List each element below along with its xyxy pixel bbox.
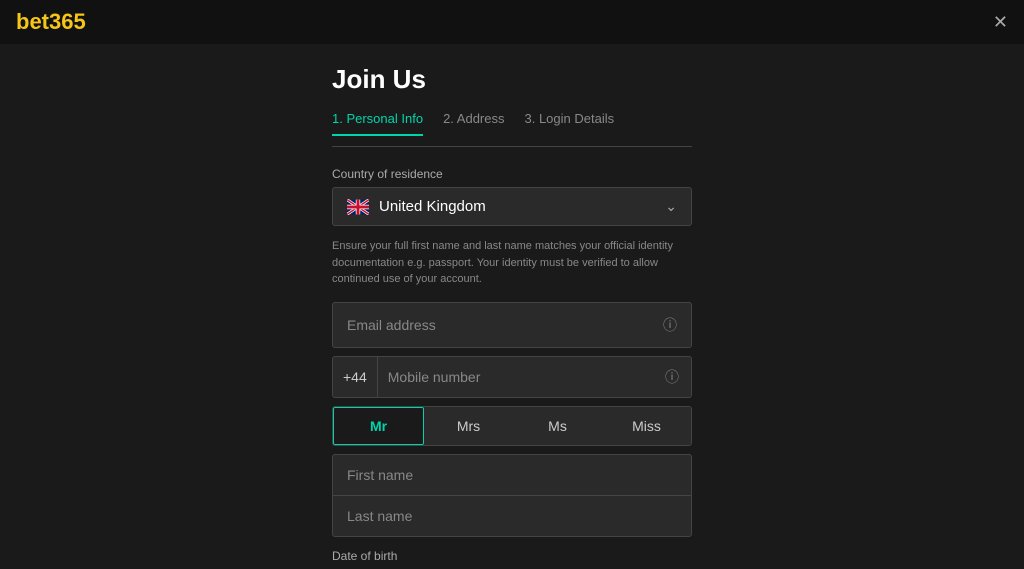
phone-field-wrapper: +44 ⓘ <box>332 356 692 398</box>
country-label: Country of residence <box>332 167 692 181</box>
dob-label: Date of birth <box>332 549 692 563</box>
country-dropdown[interactable]: United Kingdom ⌄ <box>332 187 692 226</box>
logo-prefix: bet <box>16 9 49 34</box>
form-title: Join Us <box>332 64 692 95</box>
phone-info-icon[interactable]: ⓘ <box>665 367 691 387</box>
logo: bet365 <box>16 9 86 35</box>
steps-nav: 1. Personal Info 2. Address 3. Login Det… <box>332 111 692 147</box>
logo-suffix: 365 <box>49 9 86 34</box>
first-name-input[interactable] <box>333 455 691 495</box>
last-name-input[interactable] <box>333 496 691 536</box>
close-button[interactable]: ✕ <box>993 12 1008 33</box>
title-mr-button[interactable]: Mr <box>333 407 424 445</box>
title-selector: Mr Mrs Ms Miss <box>332 406 692 446</box>
form-container: Join Us 1. Personal Info 2. Address 3. L… <box>332 64 692 569</box>
name-fields-group <box>332 454 692 537</box>
title-mrs-button[interactable]: Mrs <box>424 407 513 445</box>
email-field-wrapper: ⓘ <box>332 302 692 348</box>
step-address[interactable]: 2. Address <box>443 111 504 136</box>
title-ms-button[interactable]: Ms <box>513 407 602 445</box>
email-info-icon[interactable]: ⓘ <box>663 315 677 335</box>
step-personal-info[interactable]: 1. Personal Info <box>332 111 423 136</box>
uk-flag-icon <box>347 199 369 215</box>
main-content: Join Us 1. Personal Info 2. Address 3. L… <box>0 44 1024 569</box>
chevron-down-icon: ⌄ <box>665 198 677 215</box>
phone-code: +44 <box>333 357 378 397</box>
country-value: United Kingdom <box>379 198 486 215</box>
step-login-details[interactable]: 3. Login Details <box>525 111 615 136</box>
country-dropdown-left: United Kingdom <box>347 198 486 215</box>
title-miss-button[interactable]: Miss <box>602 407 691 445</box>
email-input[interactable] <box>347 317 663 333</box>
phone-input[interactable] <box>378 357 665 397</box>
identity-info-text: Ensure your full first name and last nam… <box>332 238 692 288</box>
header: bet365 ✕ <box>0 0 1024 44</box>
